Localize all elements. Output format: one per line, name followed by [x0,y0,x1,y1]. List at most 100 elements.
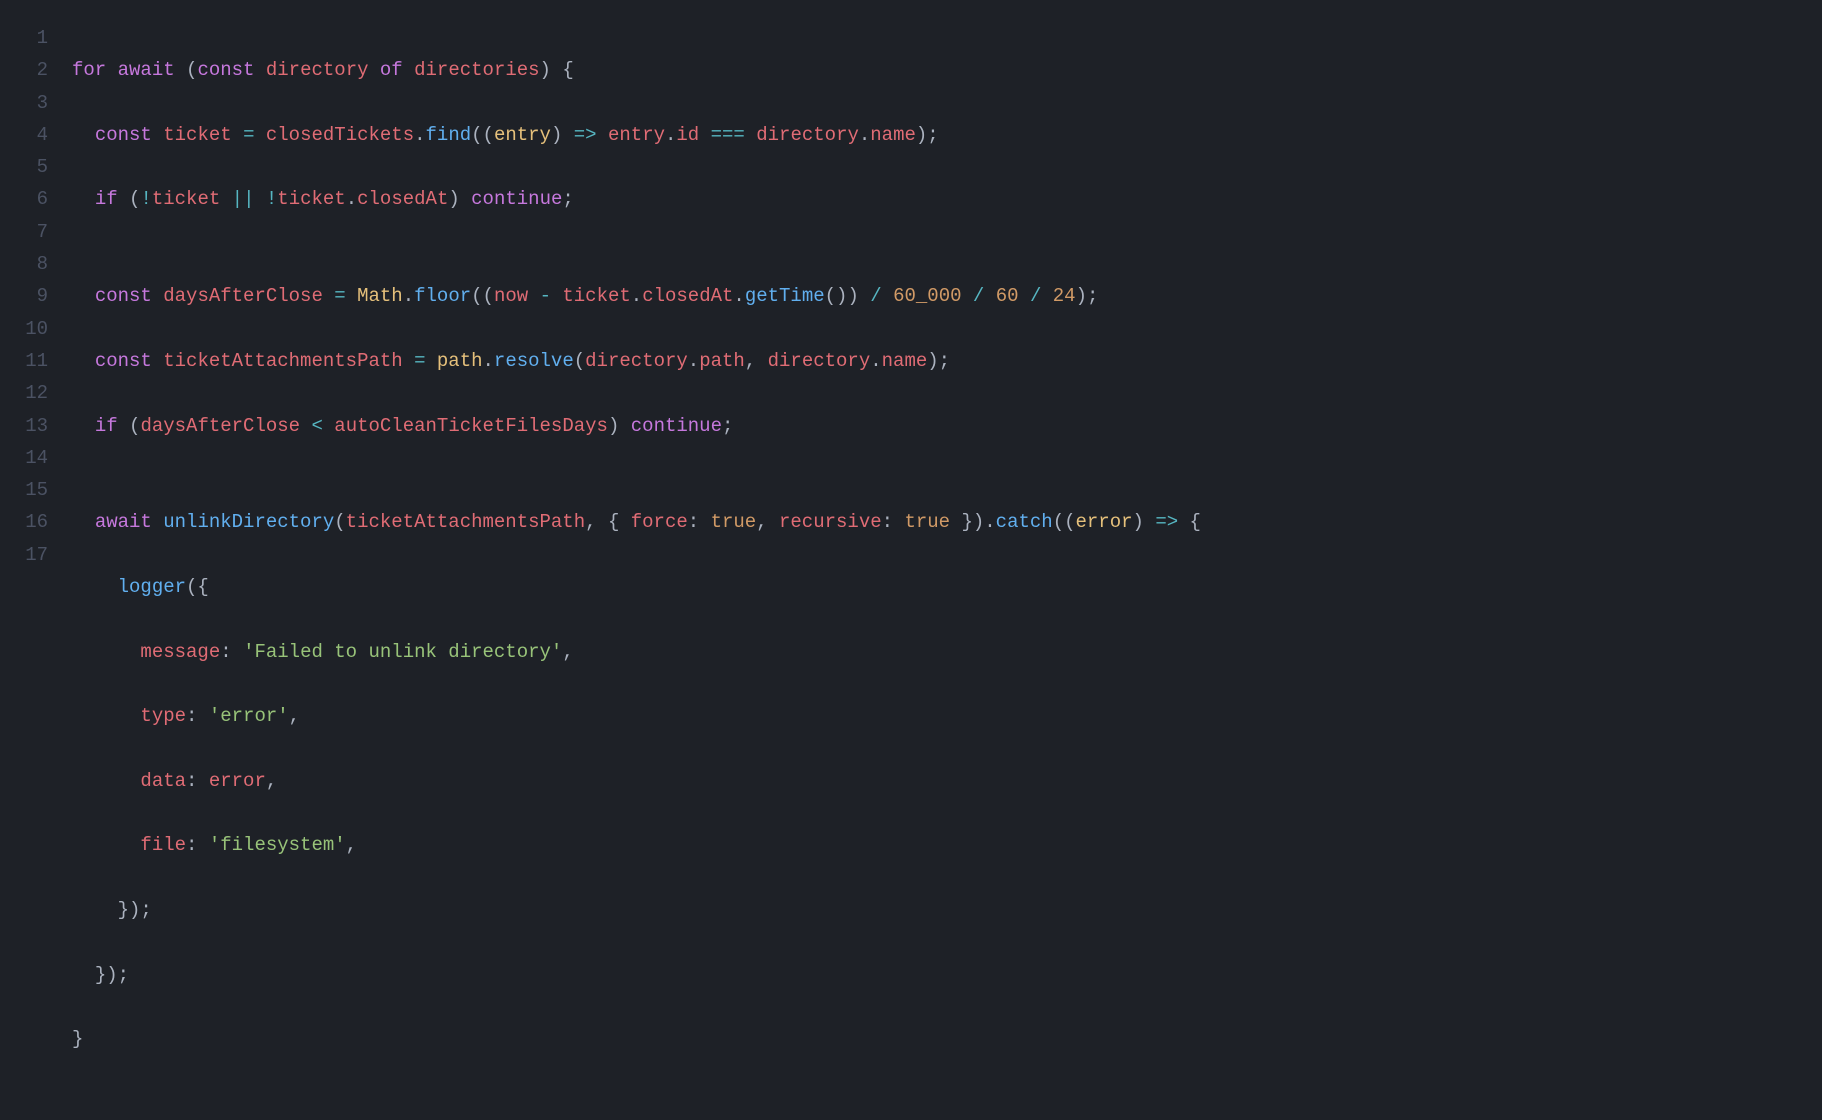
str-failed: 'Failed to unlink directory' [243,641,562,663]
str-filesystem: 'filesystem' [209,834,346,856]
code-editor[interactable]: 1 2 3 4 5 6 7 8 9 10 11 12 13 14 15 16 1… [0,22,1822,1120]
op-div: / [1030,285,1041,307]
line-number: 5 [24,151,48,183]
line-number: 17 [24,539,48,571]
fn-logger: logger [118,576,186,598]
num-60: 60 [996,285,1019,307]
var-ticket: ticket [562,285,630,307]
line-number-gutter: 1 2 3 4 5 6 7 8 9 10 11 12 13 14 15 16 1… [0,22,72,1120]
var-daysAfterClose: daysAfterClose [163,285,323,307]
keyword-const: const [95,285,152,307]
fn-unlinkDirectory: unlinkDirectory [163,511,334,533]
code-line[interactable]: }); [72,959,1822,991]
op-lt: < [311,415,322,437]
keyword-const: const [95,350,152,372]
bool-true: true [711,511,757,533]
op-arrow: => [574,124,597,146]
line-number: 6 [24,183,48,215]
bool-true: true [904,511,950,533]
var-now: now [494,285,528,307]
code-line[interactable]: file: 'filesystem', [72,829,1822,861]
fn-catch: catch [996,511,1053,533]
obj-math: Math [357,285,403,307]
code-line[interactable]: await unlinkDirectory(ticketAttachmentsP… [72,506,1822,538]
keyword-const: const [197,59,254,81]
prop-closedAt: closedAt [642,285,733,307]
code-line[interactable]: } [72,1023,1822,1055]
prop-force: force [631,511,688,533]
line-number: 15 [24,474,48,506]
line-number: 9 [24,280,48,312]
keyword-continue: continue [631,415,722,437]
code-content[interactable]: for await (const directory of directorie… [72,22,1822,1120]
line-number: 11 [24,345,48,377]
num-24: 24 [1053,285,1076,307]
keyword-await: await [118,59,175,81]
var-directories: directories [414,59,539,81]
code-line[interactable]: if (daysAfterClose < autoCleanTicketFile… [72,410,1822,442]
prop-path: path [699,350,745,372]
keyword-for: for [72,59,106,81]
code-line[interactable]: const ticketAttachmentsPath = path.resol… [72,345,1822,377]
keyword-if: if [95,188,118,210]
var-ticket: ticket [163,124,231,146]
fn-find: find [426,124,472,146]
str-error: 'error' [209,705,289,727]
keyword-if: if [95,415,118,437]
code-line[interactable]: for await (const directory of directorie… [72,54,1822,86]
op-not: ! [140,188,151,210]
op-eqeqeq: === [711,124,745,146]
fn-getTime: getTime [745,285,825,307]
op-not: ! [266,188,277,210]
code-line[interactable]: if (!ticket || !ticket.closedAt) continu… [72,183,1822,215]
line-number: 12 [24,377,48,409]
prop-name: name [882,350,928,372]
var-daysAfterClose: daysAfterClose [140,415,300,437]
var-closedTickets: closedTickets [266,124,414,146]
prop-data: data [140,770,186,792]
op-div: / [973,285,984,307]
var-ticketAttachmentsPath: ticketAttachmentsPath [163,350,402,372]
op-minus: - [540,285,551,307]
obj-path: path [437,350,483,372]
fn-resolve: resolve [494,350,574,372]
op-assign: = [243,124,254,146]
keyword-await: await [95,511,152,533]
param-entry: entry [494,124,551,146]
code-line[interactable]: logger({ [72,571,1822,603]
num-60000: 60_000 [893,285,961,307]
line-number: 10 [24,313,48,345]
var-autoCleanTicketFilesDays: autoCleanTicketFilesDays [334,415,608,437]
keyword-const: const [95,124,152,146]
var-directory: directory [585,350,688,372]
op-assign: = [334,285,345,307]
op-assign: = [414,350,425,372]
line-number: 3 [24,87,48,119]
prop-closedAt: closedAt [357,188,448,210]
line-number: 13 [24,410,48,442]
line-number: 16 [24,506,48,538]
keyword-continue: continue [471,188,562,210]
code-line[interactable]: message: 'Failed to unlink directory', [72,636,1822,668]
code-line[interactable]: type: 'error', [72,700,1822,732]
line-number: 4 [24,119,48,151]
line-number: 14 [24,442,48,474]
prop-id: id [676,124,699,146]
fn-floor: floor [414,285,471,307]
prop-file: file [140,834,186,856]
var-entry: entry [608,124,665,146]
code-line[interactable]: const ticket = closedTickets.find((entry… [72,119,1822,151]
var-error: error [209,770,266,792]
var-ticket: ticket [152,188,220,210]
code-line[interactable]: }); [72,894,1822,926]
prop-type: type [140,705,186,727]
var-ticketAttachmentsPath: ticketAttachmentsPath [346,511,585,533]
var-directory: directory [768,350,871,372]
param-error: error [1076,511,1133,533]
prop-name: name [870,124,916,146]
code-line[interactable]: data: error, [72,765,1822,797]
line-number: 2 [24,54,48,86]
line-number: 8 [24,248,48,280]
code-line[interactable]: const daysAfterClose = Math.floor((now -… [72,280,1822,312]
prop-message: message [140,641,220,663]
